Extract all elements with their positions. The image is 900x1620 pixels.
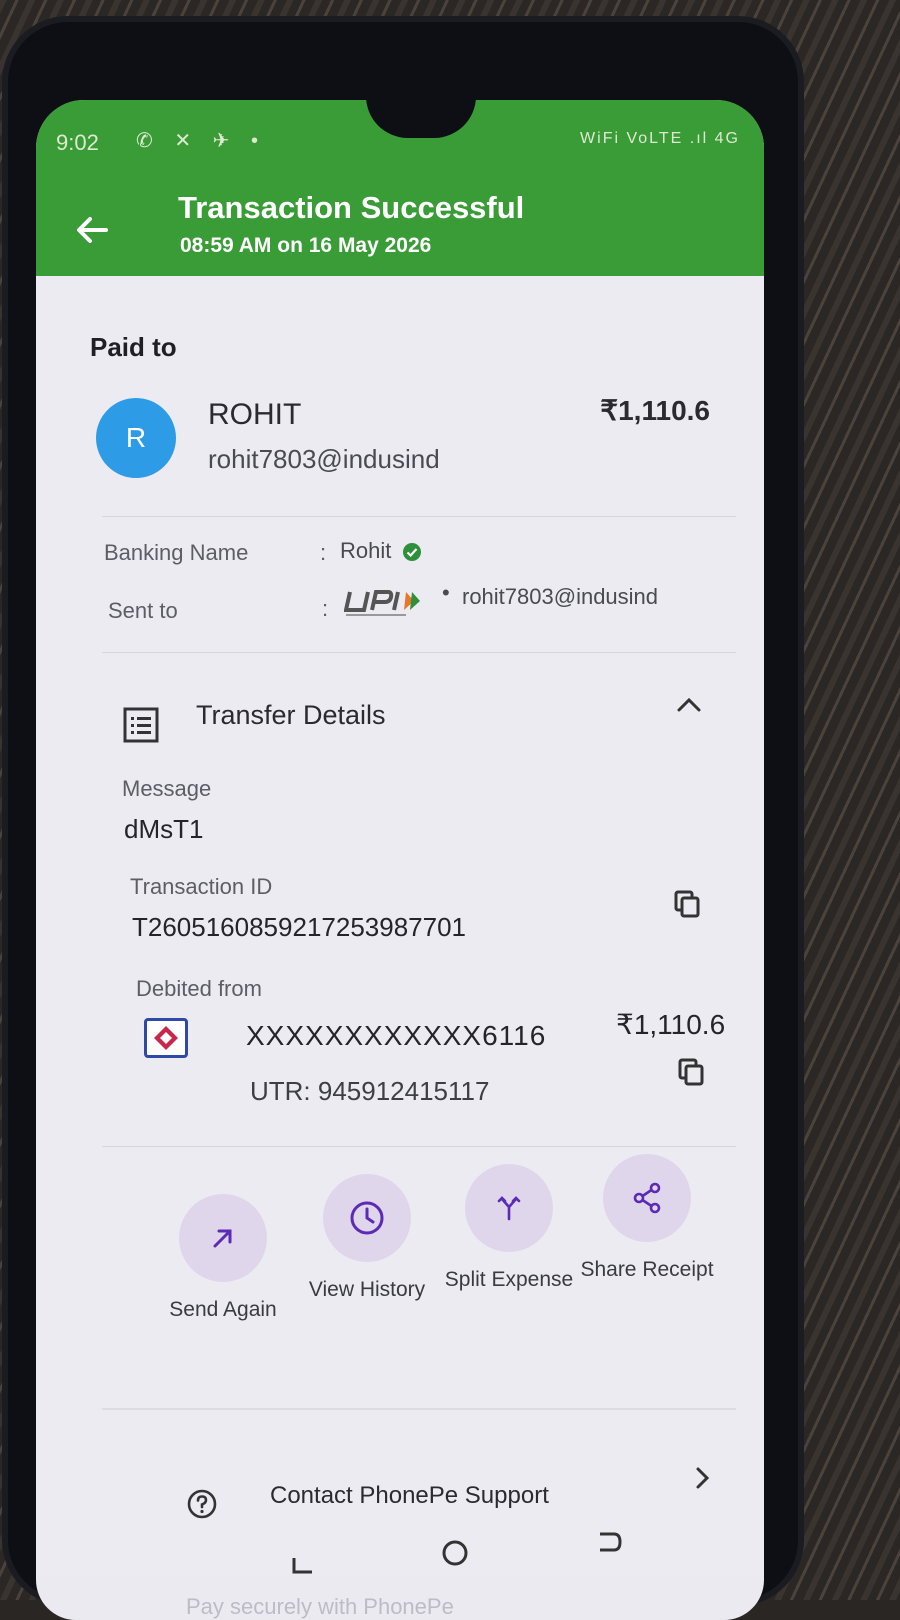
banking-name-value: Rohit	[340, 538, 392, 563]
home-nav-icon[interactable]	[438, 1536, 472, 1570]
copy-icon[interactable]	[678, 1058, 704, 1086]
clock-icon	[350, 1201, 384, 1235]
phone-body: 9:02 ✆ ✕ ✈ • WiFi VoLTE .ıl 4G Transacti…	[8, 22, 798, 1620]
payee-upi-id: rohit7803@indusind	[208, 444, 440, 474]
signal-battery-icons: WiFi VoLTE .ıl 4G	[580, 130, 740, 147]
debited-from-label: Debited from	[136, 976, 262, 1001]
bank-logo-icon	[144, 1018, 188, 1058]
action-label: Split Expense	[444, 1268, 574, 1291]
header-bar: 9:02 ✆ ✕ ✈ • WiFi VoLTE .ıl 4G Transacti…	[36, 100, 764, 276]
screen: 9:02 ✆ ✕ ✈ • WiFi VoLTE .ıl 4G Transacti…	[36, 100, 764, 1620]
avatar: R	[96, 398, 176, 478]
payee-name: ROHIT	[208, 398, 302, 431]
view-history-button[interactable]: View History	[292, 1174, 442, 1304]
verified-check-icon	[403, 543, 421, 561]
chevron-right-icon[interactable]	[694, 1464, 712, 1492]
status-time: 9:02	[56, 130, 99, 155]
action-circle	[465, 1164, 553, 1252]
split-expense-button[interactable]: Split Expense	[434, 1164, 584, 1294]
page-title: Transaction Successful	[178, 190, 525, 225]
divider	[102, 1146, 736, 1147]
transaction-timestamp: 08:59 AM on 16 May 2026	[180, 234, 432, 257]
transfer-details-title[interactable]: Transfer Details	[196, 700, 386, 731]
divider	[102, 516, 736, 517]
back-arrow-icon[interactable]	[72, 210, 112, 250]
action-circle	[323, 1174, 411, 1262]
sent-to-upi: rohit7803@indusind	[462, 584, 659, 609]
sent-to-label: Sent to	[108, 598, 178, 623]
transaction-card: Paid to R ROHIT rohit7803@indusind ₹1,11…	[36, 276, 764, 1619]
system-nav-bar	[36, 1530, 764, 1620]
document-list-icon	[123, 707, 159, 743]
divider	[102, 1408, 736, 1410]
split-icon	[497, 1196, 521, 1221]
banking-name-label: Banking Name	[104, 540, 249, 565]
avatar-initial: R	[125, 422, 147, 453]
action-label: Send Again	[169, 1298, 277, 1321]
action-circle	[179, 1194, 267, 1282]
message-value: dMsT1	[124, 814, 204, 844]
transaction-id-value: T2605160859217253987701	[132, 912, 467, 942]
copy-icon[interactable]	[674, 890, 700, 918]
divider	[102, 652, 736, 653]
share-icon	[633, 1182, 661, 1214]
arrow-up-right-icon	[213, 1229, 232, 1248]
paid-amount: ₹1,110.6	[600, 395, 710, 426]
upi-logo-icon	[344, 590, 420, 616]
chevron-up-icon[interactable]	[674, 694, 704, 714]
debited-amount: ₹1,110.6	[616, 1009, 726, 1040]
paid-to-label: Paid to	[90, 332, 177, 362]
colon: :	[322, 596, 329, 621]
utr-number: UTR: 945912415117	[250, 1076, 490, 1106]
action-label: Share Receipt	[580, 1258, 714, 1281]
colon: :	[320, 540, 327, 565]
debit-account-number: XXXXXXXXXXXX6116	[246, 1020, 547, 1051]
notification-icons: ✆ ✕ ✈ •	[136, 130, 266, 152]
help-question-icon	[187, 1489, 217, 1519]
recents-nav-icon[interactable]	[286, 1548, 320, 1582]
action-label: View History	[308, 1278, 426, 1301]
back-nav-icon[interactable]	[592, 1526, 626, 1560]
contact-support-link[interactable]: Contact PhonePe Support	[270, 1482, 549, 1510]
message-label: Message	[122, 776, 212, 801]
transaction-id-label: Transaction ID	[130, 874, 273, 899]
send-again-button[interactable]: Send Again	[148, 1194, 298, 1324]
action-circle	[603, 1154, 691, 1242]
share-receipt-button[interactable]: Share Receipt	[572, 1154, 722, 1284]
separator-dot: •	[442, 580, 450, 605]
